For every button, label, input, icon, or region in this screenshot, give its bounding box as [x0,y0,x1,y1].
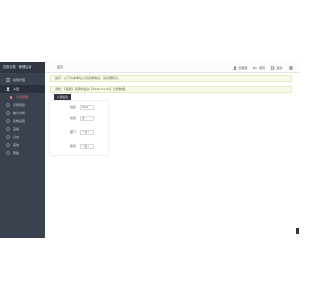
form-row-department: 部门 一部 ▾ [50,129,108,136]
circle-icon [6,127,10,131]
sidebar-title: 拉取记录 · 管理后台 [0,62,45,73]
password-button[interactable]: 密码 [253,66,265,70]
sidebar-item-logs[interactable]: 日志 [0,133,45,141]
chevron-down-icon: ▾ [84,117,87,120]
chevron-down-icon: ▾ [87,145,89,148]
key-icon [253,66,258,69]
field-label: 职务 [69,144,76,148]
sidebar-item-other[interactable]: 其他 [0,141,45,149]
sidebar-item-settings[interactable]: 系统设置 [0,117,45,125]
sidebar-item-label: 系统设置 [13,119,26,123]
notice-banner: 通知：【提醒】请按时提交【2020-07-01】记录数据。 [50,86,292,93]
sidebar-item-label: 统计分析 [13,111,26,115]
form-row-gender: 性别 女 ▾ [50,115,108,122]
sidebar-item-records[interactable]: 记录列表 [0,101,45,109]
sidebar-item-help[interactable]: 帮助 [0,149,45,157]
circle-icon [6,143,10,147]
sidebar-item-label: 日志 [13,135,20,139]
top-actions: 管理员 密码 退出 [227,62,294,73]
user-icon [233,65,237,70]
settings-button[interactable] [288,65,295,70]
chevron-down-icon: ▾ [87,131,89,134]
sidebar-item-stats[interactable]: 统计分析 [0,109,45,117]
active-marker-icon [9,95,13,99]
logout-button-label: 退出 [276,65,283,70]
top-bar: 首页 管理员 密码 退出 [45,62,300,73]
sidebar-item-label: 设备 [13,127,20,131]
person-form: 姓名 Rose 性别 女 ▾ 部门 一部 ▾ 职务 一般 ▾ [50,101,108,155]
sidebar-item-label: 帮助 [13,151,20,155]
password-button-label: 密码 [258,65,265,70]
sidebar-item-label: 人员 [13,87,20,91]
sidebar-item-label: 权限管理 [13,78,26,82]
scrollbar-thumb[interactable] [296,228,299,234]
circle-icon [6,119,10,123]
breadcrumb[interactable]: 首页 [57,62,63,73]
field-label: 姓名 [69,105,76,109]
sidebar-item-people[interactable]: 人员 [0,85,45,93]
menu-icon [6,78,10,82]
user-menu-label: 管理员 [238,65,248,70]
logout-button[interactable]: 退出 [271,66,283,70]
field-label: 性别 [69,116,76,120]
gender-select[interactable]: 女 ▾ [80,116,94,121]
circle-icon [6,135,10,139]
user-icon [6,87,10,91]
sidebar-item-label: 记录列表 [13,103,26,107]
circle-icon [6,103,10,107]
sidebar-item-label: 人员管理 [16,95,29,99]
position-select[interactable]: 一般 ▾ [80,144,94,149]
sidebar-item-label: 其他 [13,143,20,147]
user-menu[interactable]: 管理员 [233,65,248,70]
notice-banner: 提示：以下为本单位人员名单信息，请仔细核对。 [50,75,292,82]
form-row-position: 职务 一般 ▾ [50,143,108,150]
sidebar-item-devices[interactable]: 设备 [0,125,45,133]
circle-icon [6,111,10,115]
department-select[interactable]: 一部 ▾ [80,130,94,135]
form-row-name: 姓名 Rose [50,104,108,111]
circle-icon [6,151,10,155]
gear-icon [288,65,293,70]
logout-icon [271,65,275,70]
sidebar-item-people-management[interactable]: 人员管理 [0,93,45,101]
add-person-button[interactable]: 人员信息 [54,94,71,100]
sidebar: 拉取记录 · 管理后台 权限管理 人员 人员管理 记录列表 统计分析 系统设置 … [0,62,45,238]
sidebar-item-permissions[interactable]: 权限管理 [0,76,45,84]
field-label: 部门 [69,130,76,134]
name-field[interactable]: Rose [80,105,94,110]
